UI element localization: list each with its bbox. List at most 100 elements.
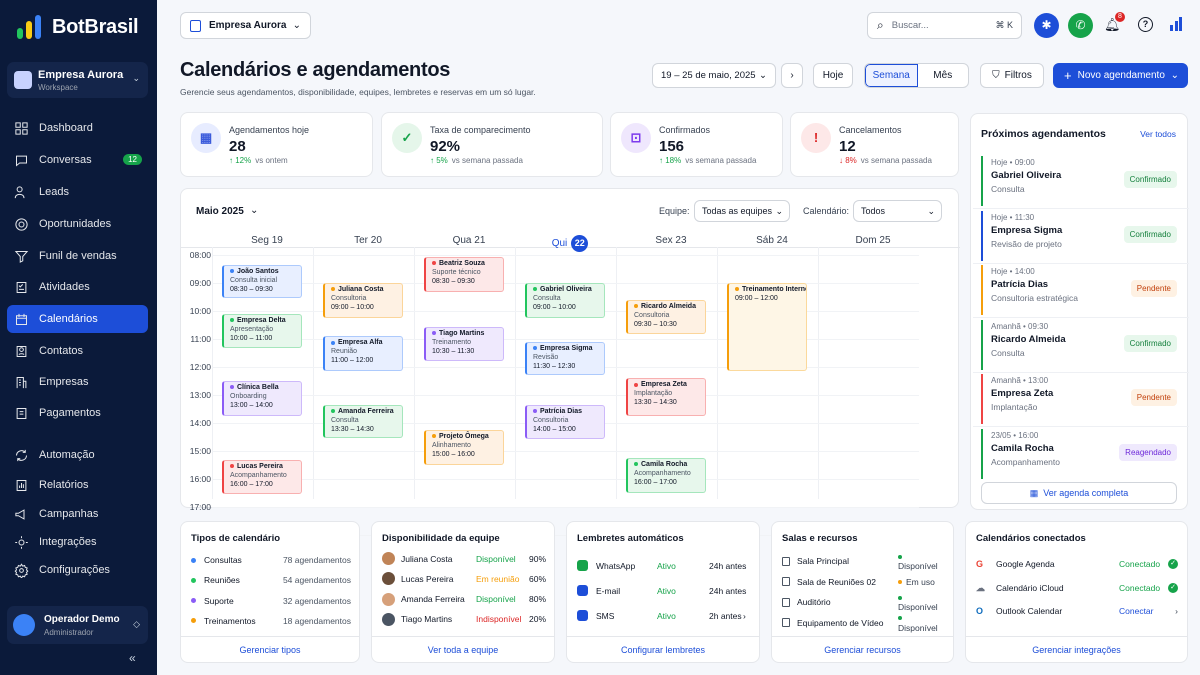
calendar-type-row[interactable]: Consultas 78 agendamentos (191, 555, 351, 565)
calendar-event[interactable]: Camila Rocha Acompanhamento 16:00 – 17:00 (626, 458, 706, 493)
upcoming-item[interactable]: Amanhã • 09:30 Ricardo Almeida Consulta Con… (973, 319, 1189, 373)
collapse-sidebar-icon[interactable]: « (129, 651, 136, 665)
sidebar-item-leads[interactable]: Leads (7, 178, 148, 206)
calendar-event[interactable]: Projeto Ômega Alinhamento 15:00 – 16:00 (424, 430, 504, 465)
calendar-type-row[interactable]: Reuniões 54 agendamentos (191, 575, 351, 585)
connected-calendar-row[interactable]: O Outlook Calendar Conectar › (976, 606, 1178, 616)
room-row[interactable]: Sala de Reuniões 02 Em uso (782, 577, 942, 587)
workspace-switcher[interactable]: Empresa Aurora Workspace ⌄ (7, 62, 148, 98)
day-header[interactable]: Ter 20 (318, 235, 418, 246)
avatar (382, 612, 395, 626)
team-member-row[interactable]: Amanda Ferreira Disponível 80% (382, 592, 546, 606)
manage-integrations-link[interactable]: Gerenciar integrações (966, 636, 1187, 662)
manage-types-link[interactable]: Gerenciar tipos (181, 636, 359, 662)
configure-reminders-link[interactable]: Configurar lembretes (567, 636, 759, 662)
sidebar-item-integracoes[interactable]: Integrações (7, 528, 148, 556)
calendar-event[interactable]: Empresa Sigma Revisão 11:30 – 12:30 (525, 342, 605, 375)
filters-button[interactable]: ⛉ Filtros (980, 63, 1044, 88)
team-member-row[interactable]: Tiago Martins Indisponível 20% (382, 612, 546, 626)
sidebar-item-configuracoes[interactable]: Configurações (7, 556, 148, 584)
today-button[interactable]: Hoje (813, 63, 853, 88)
operator-card[interactable]: Operador Demo Administrador ◇ (7, 606, 148, 644)
calendar-event[interactable]: Tiago Martins Treinamento 10:30 – 11:30 (424, 326, 504, 361)
date-range-select[interactable]: 19 – 25 de maio, 2025 ⌄ (652, 63, 776, 88)
connected-calendar-row[interactable]: G Google Agenda Conectado ✓ (976, 559, 1178, 569)
manage-rooms-link[interactable]: Gerenciar recursos (772, 636, 953, 662)
company-select[interactable]: Empresa Aurora ⌄ (180, 12, 311, 39)
upcoming-when: Hoje • 09:00 (991, 158, 1035, 167)
tab-week[interactable]: Semana (865, 64, 918, 87)
team-member-row[interactable]: Lucas Pereira Em reunião 60% (382, 572, 546, 586)
room-row[interactable]: Auditório Disponível (782, 595, 942, 612)
sidebar-item-calendarios[interactable]: Calendários (7, 305, 148, 333)
reminder-row[interactable]: SMS Ativo 2h antes › (577, 610, 749, 621)
upcoming-item[interactable]: Hoje • 14:00 Patrícia Dias Consultoria est… (973, 265, 1189, 318)
upcoming-item[interactable]: Hoje • 11:30 Empresa Sigma Revisão de proj… (973, 210, 1189, 264)
day-column-divider (313, 247, 314, 499)
day-header[interactable]: Qua 21 (419, 235, 519, 246)
connected-calendar-row[interactable]: ☁ Calendário iCloud Conectado ✓ (976, 583, 1178, 594)
upcoming-item[interactable]: 23/05 • 16:00 Camila Rocha Acompanhamento R… (981, 428, 1177, 479)
calendar-event[interactable]: Ricardo Almeida Consultoria 09:30 – 10:30 (626, 300, 706, 335)
see-team-link[interactable]: Ver toda a equipe (372, 636, 554, 662)
connection-status[interactable]: Conectar (1119, 606, 1154, 616)
calendar-event[interactable]: Treinamento Interno 09:00 – 12:00 (727, 283, 807, 371)
calendar-event[interactable]: Beatriz Souza Suporte técnico 08:30 – 09:3… (424, 256, 504, 293)
calendar-event[interactable]: Juliana Costa Consultoria 09:00 – 10:00 (323, 283, 403, 318)
search-input[interactable]: ⌕ Buscar... ⌘ K (867, 12, 1022, 39)
reminder-channel: WhatsApp (596, 560, 636, 571)
calendar-event[interactable]: Amanda Ferreira Consulta 13:30 – 14:30 (323, 405, 403, 438)
sidebar-item-campanhas[interactable]: Campanhas (7, 500, 148, 528)
team-member-row[interactable]: Juliana Costa Disponível 90% (382, 552, 546, 565)
calendar-event[interactable]: Lucas Pereira Acompanhamento 16:00 – 17:00 (222, 459, 302, 494)
help-icon[interactable]: ? (1138, 17, 1153, 32)
bluetooth-icon[interactable]: ✱ (1034, 13, 1059, 38)
whatsapp-icon[interactable]: ✆ (1068, 13, 1093, 38)
room-row[interactable]: Equipamento de Vídeo Disponível (782, 616, 942, 633)
reminder-row[interactable]: WhatsApp Ativo 24h antes (577, 560, 749, 571)
date-range-label: 19 – 25 de maio, 2025 (661, 70, 756, 81)
brand-logo[interactable]: BotBrasil (16, 14, 139, 40)
day-header[interactable]: Seg 19 (217, 235, 317, 246)
member-name: Amanda Ferreira (401, 594, 465, 605)
day-header[interactable]: Qui 22 (520, 235, 620, 252)
calendar-event[interactable]: Gabriel Oliveira Consulta 09:00 – 10:00 (525, 283, 605, 318)
see-all-link[interactable]: Ver todos (1140, 129, 1176, 139)
next-week-button[interactable]: › (781, 63, 803, 88)
calendar-event[interactable]: Patrícia Dias Consultoria 14:00 – 15:00 (525, 405, 605, 440)
diamond-icon: ◇ (133, 619, 140, 629)
calendar-type-row[interactable]: Suporte 32 agendamentos (191, 596, 351, 606)
calendar-type-row[interactable]: Treinamentos 18 agendamentos (191, 616, 351, 626)
calendar-event[interactable]: Empresa Alfa Reunião 11:00 – 12:00 (323, 336, 403, 371)
stats-icon[interactable] (1170, 17, 1182, 31)
calendar-event[interactable]: Clínica Bella Onboarding 13:00 – 14:00 (222, 381, 302, 416)
calendar-event[interactable]: João Santos Consulta inicial 08:30 – 09:30 (222, 265, 302, 298)
sidebar-item-oportunidades[interactable]: Oportunidades (7, 210, 148, 238)
tab-month[interactable]: Mês (918, 64, 969, 87)
new-appointment-button[interactable]: + Novo agendamento ⌄ (1053, 63, 1188, 88)
sidebar-item-contatos[interactable]: Contatos (7, 337, 148, 365)
upcoming-item[interactable]: Amanhã • 13:00 Empresa Zeta Implantação Pen… (973, 374, 1189, 427)
full-agenda-button[interactable]: ▦ Ver agenda completa (981, 482, 1177, 504)
reminder-row[interactable]: E-mail Ativo 24h antes (577, 585, 749, 596)
day-header[interactable]: Sex 23 (621, 235, 721, 246)
upcoming-item[interactable]: Hoje • 09:00 Gabriel Oliveira Consulta Conf… (973, 156, 1189, 209)
calendar-event[interactable]: Empresa Delta Apresentação 10:00 – 11:00 (222, 314, 302, 349)
day-header[interactable]: Dom 25 (823, 235, 923, 246)
sidebar-item-relatorios[interactable]: Relatórios (7, 471, 148, 499)
email-icon (577, 585, 588, 596)
megaphone-icon (15, 508, 25, 520)
event-dot-icon (432, 330, 436, 335)
sidebar-item-pagamentos[interactable]: Pagamentos (7, 399, 148, 427)
sidebar-item-empresas[interactable]: Empresas (7, 368, 148, 396)
sidebar-item-funil-de-vendas[interactable]: Funil de vendas (7, 242, 148, 270)
day-header[interactable]: Sáb 24 (722, 235, 822, 246)
sidebar-item-automacao[interactable]: Automação (7, 441, 148, 469)
room-row[interactable]: Sala Principal Disponível (782, 554, 942, 571)
building-icon (190, 19, 201, 32)
calendar-event[interactable]: Empresa Zeta Implantação 13:30 – 14:30 (626, 378, 706, 416)
event-time: 10:30 – 11:30 (432, 347, 475, 355)
sidebar-item-dashboard[interactable]: Dashboard (7, 114, 148, 142)
sidebar-item-conversas[interactable]: Conversas 12 (7, 146, 148, 174)
sidebar-item-atividades[interactable]: Atividades (7, 273, 148, 301)
